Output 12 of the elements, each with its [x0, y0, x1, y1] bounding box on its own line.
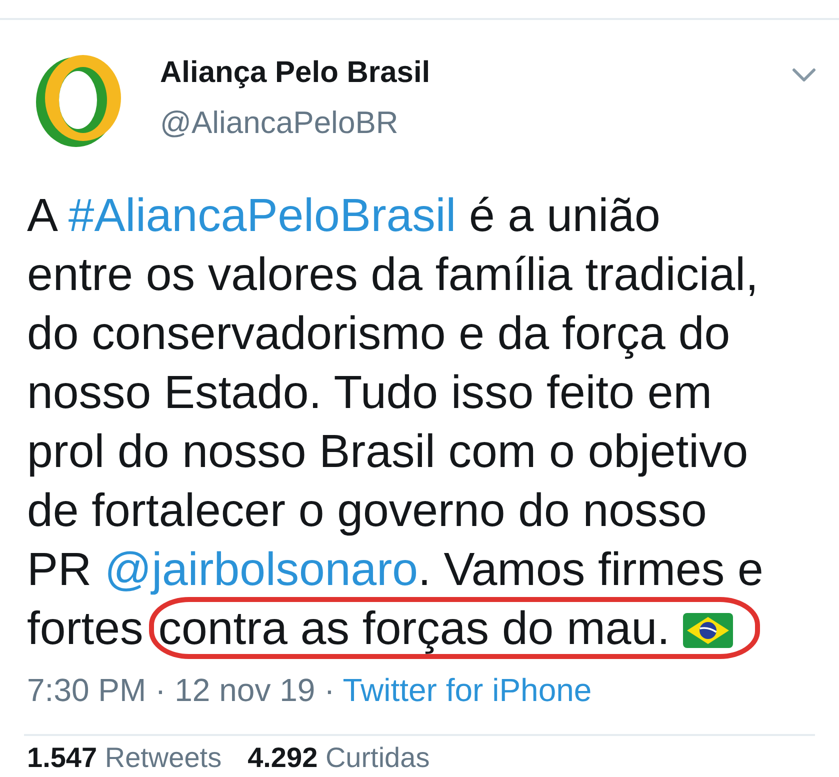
chevron-down-icon[interactable]: [792, 68, 816, 82]
tweet-text: A #AliancaPeloBrasil é a união entre os valores da família tradicial, do conservadorismo e da força do nosso Estado. Tudo isso feito em prol do nosso Brasil com o objetivo de fortalecer o governo do nosso PR @jairbolsonaro. Vamos firmes e fortes contra as forças do mau.: [0, 186, 839, 658]
ring-logo-icon[interactable]: [35, 52, 123, 147]
stat-link[interactable]: 1.547 Retweets: [27, 742, 222, 774]
hashtag-link[interactable]: #AliancaPeloBrasil: [68, 189, 456, 241]
mention-link[interactable]: @jairbolsonaro: [104, 543, 418, 595]
flag-icon: [682, 613, 733, 648]
author-name: Aliança Pelo Brasil: [160, 55, 430, 91]
stat-link[interactable]: 4.292 Curtidas: [248, 742, 430, 774]
timestamp: 7:30 PM · 12 nov 19 ·: [27, 672, 335, 708]
author-handle: @AliancaPeloBR: [160, 105, 400, 141]
source-link[interactable]: Twitter for iPhone: [342, 672, 592, 708]
